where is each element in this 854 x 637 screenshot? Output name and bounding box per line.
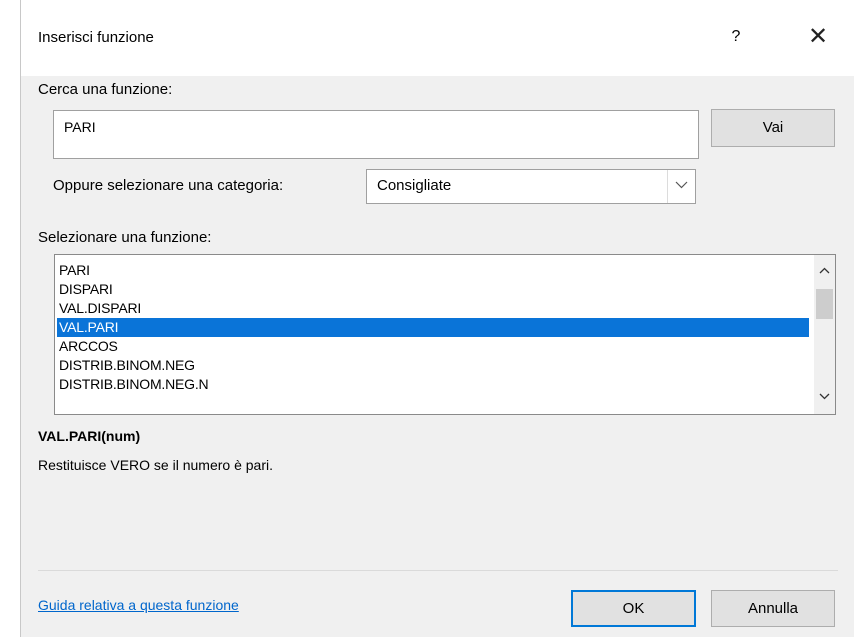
- chevron-down-icon: [819, 393, 830, 400]
- list-item-distrib-binom-neg-n[interactable]: DISTRIB.BINOM.NEG.N: [55, 375, 815, 394]
- scroll-down-button[interactable]: [814, 387, 835, 407]
- help-button[interactable]: ?: [719, 20, 753, 54]
- list-item-pari[interactable]: PARI: [55, 261, 815, 280]
- list-item-val-dispari[interactable]: VAL.DISPARI: [55, 299, 815, 318]
- ok-button[interactable]: OK: [571, 590, 696, 627]
- footer-divider: [38, 570, 838, 571]
- function-description: Restituisce VERO se il numero è pari.: [38, 457, 273, 473]
- scroll-thumb[interactable]: [816, 289, 833, 319]
- function-list-label: Selezionare una funzione:: [38, 229, 212, 246]
- title-bar: Inserisci funzione ? ✕: [21, 0, 854, 76]
- close-button[interactable]: ✕: [801, 20, 835, 54]
- chevron-up-icon: [819, 267, 830, 274]
- close-icon: ✕: [807, 23, 829, 50]
- chevron-down-icon: [675, 181, 688, 189]
- go-button[interactable]: Vai: [711, 109, 835, 147]
- function-help-link[interactable]: Guida relativa a questa funzione: [38, 597, 239, 613]
- scroll-up-button[interactable]: [814, 261, 835, 281]
- function-signature: VAL.PARI(num): [38, 428, 141, 444]
- list-scrollbar[interactable]: [814, 255, 835, 414]
- category-selected-value: Consigliate: [377, 177, 452, 194]
- list-item-distrib-binom-neg[interactable]: DISTRIB.BINOM.NEG: [55, 356, 815, 375]
- category-select[interactable]: Consigliate: [366, 169, 696, 204]
- search-input[interactable]: PARI: [53, 110, 699, 159]
- function-listbox[interactable]: PARI DISPARI VAL.DISPARI VAL.PARI ARCCOS…: [54, 254, 836, 415]
- dialog-title: Inserisci funzione: [38, 29, 154, 46]
- function-list: PARI DISPARI VAL.DISPARI VAL.PARI ARCCOS…: [55, 261, 815, 394]
- cancel-button[interactable]: Annulla: [711, 590, 835, 627]
- list-item-arccos[interactable]: ARCCOS: [55, 337, 815, 356]
- search-input-value: PARI: [64, 119, 96, 135]
- insert-function-dialog: Inserisci funzione ? ✕ Cerca una funzion…: [20, 0, 854, 637]
- category-dropdown-button[interactable]: [667, 170, 695, 203]
- list-item-dispari[interactable]: DISPARI: [55, 280, 815, 299]
- search-label: Cerca una funzione:: [38, 81, 173, 98]
- category-label: Oppure selezionare una categoria:: [53, 177, 284, 194]
- list-item-val-pari[interactable]: VAL.PARI: [57, 318, 809, 337]
